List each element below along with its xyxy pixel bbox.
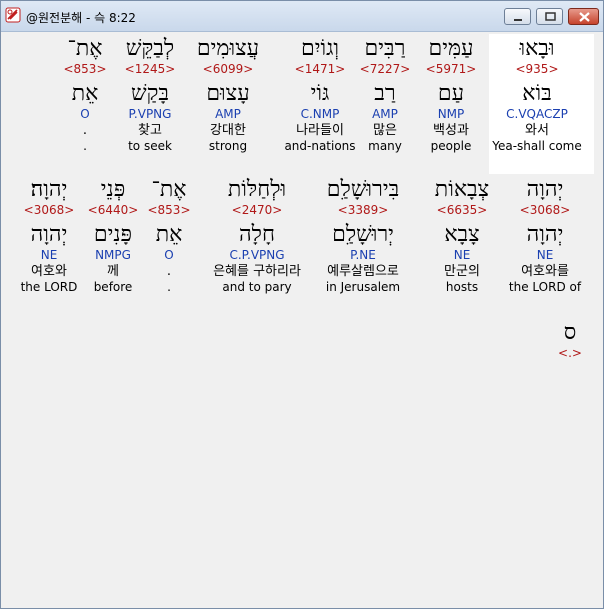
- word-block[interactable]: אֶת־ <853> אֵת O..: [25, 36, 145, 154]
- english-gloss: .: [83, 139, 87, 153]
- app-icon: [5, 7, 21, 23]
- root-word: יְרוּשָׁלִַם: [332, 222, 394, 247]
- verse-analysis-panel: וּבָאוּ <935> בּוֹא C.VQACZP 와서 Yea-shall com…: [5, 32, 601, 607]
- maximize-button[interactable]: [536, 8, 563, 25]
- english-gloss: the LORD: [20, 280, 78, 294]
- word-block[interactable]: בִּירוּשָׁלִַם <3389> יְרוּשָׁלִַם P.NE 예루살렘…: [303, 177, 423, 295]
- parsing-code: NE: [40, 248, 58, 262]
- parsing-code: P.NE: [350, 248, 376, 262]
- strong-number: <3389>: [337, 203, 389, 217]
- minimize-button[interactable]: [504, 8, 531, 25]
- close-icon: [579, 12, 590, 22]
- title-bar[interactable]: @원전분해 - 슥 8:22: [1, 1, 603, 32]
- parsing-code: O: [80, 107, 90, 121]
- korean-gloss: 예루살렘으로: [327, 264, 399, 279]
- korean-gloss: 여호와: [31, 264, 67, 279]
- word-block[interactable]: יְהוָה׃ <3068> יְהוָה NE 여호와 the LORD: [0, 177, 109, 295]
- root-word: אֵת: [71, 81, 99, 106]
- app-window: @원전분해 - 슥 8:22 וּבָאוּ <935> בּוֹא C.VQACZP…: [0, 0, 604, 609]
- word-block[interactable]: ס <.>: [510, 320, 606, 361]
- strong-number: <.>: [558, 346, 582, 360]
- minimize-icon: [514, 19, 522, 21]
- strong-number: <3068>: [23, 203, 75, 217]
- maximize-icon: [545, 12, 556, 21]
- hebrew-word: יְהוָה׃: [30, 177, 68, 202]
- korean-gloss: .: [82, 123, 88, 138]
- root-word: יְהוָה: [30, 222, 68, 247]
- strong-number: <853>: [63, 62, 107, 76]
- hebrew-word: בִּירוּשָׁלִַם: [326, 177, 400, 202]
- hebrew-word: ס: [563, 320, 577, 345]
- close-button[interactable]: [568, 8, 599, 25]
- english-gloss: in Jerusalem: [325, 280, 401, 294]
- hebrew-word: אֶת־: [67, 36, 103, 61]
- window-title: @원전분해 - 슥 8:22: [26, 11, 136, 25]
